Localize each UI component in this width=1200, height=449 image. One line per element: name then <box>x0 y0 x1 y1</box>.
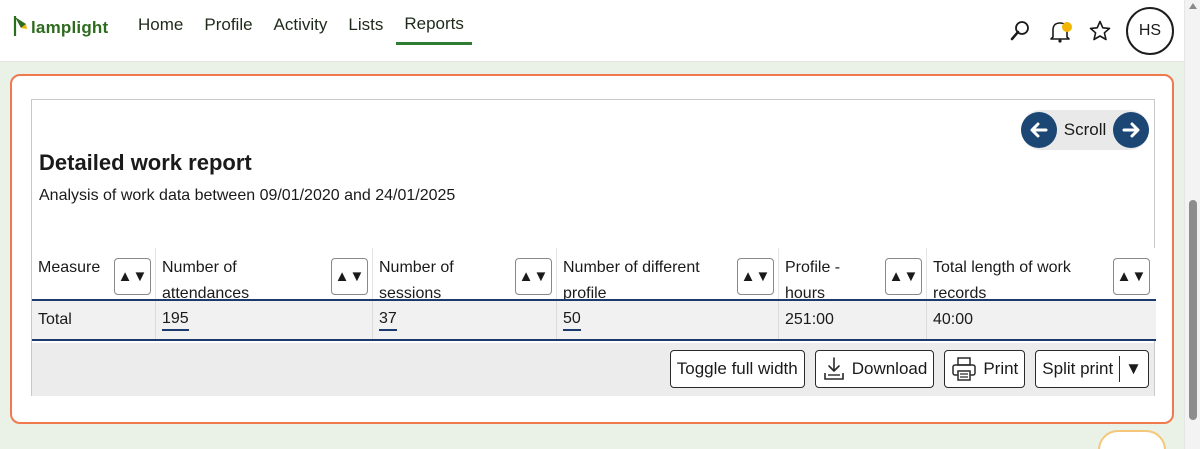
column-header-label: Measure <box>38 259 101 276</box>
lamplight-logo[interactable]: lamplight <box>12 12 108 38</box>
sessions-link[interactable]: 37 <box>379 309 397 331</box>
sort-button[interactable]: ▲▼ <box>515 258 552 295</box>
column-header-different-profile: Number of different profile ▲▼ <box>557 248 779 299</box>
column-header-label: Profile - hours <box>785 259 841 299</box>
split-print-button[interactable]: Split print ▼ <box>1035 350 1149 388</box>
lamp-icon <box>12 14 30 38</box>
bell-icon[interactable] <box>1040 11 1080 51</box>
table-cell: 37 <box>373 301 557 339</box>
top-icons: HS <box>1000 0 1184 62</box>
sort-button[interactable]: ▲▼ <box>737 258 774 295</box>
download-button[interactable]: Download <box>814 350 935 388</box>
nav-lists[interactable]: Lists <box>340 0 391 50</box>
table-cell: Total <box>32 301 156 339</box>
report-panel: Scroll Detailed work report Analysis of … <box>10 74 1174 424</box>
scrollbar-thumb[interactable] <box>1189 200 1197 420</box>
main-nav: Home Profile Activity Lists Reports <box>130 0 477 62</box>
table-header-row: Measure ▲▼ Number of attendances ▲▼ Numb… <box>32 248 1156 301</box>
nav-reports[interactable]: Reports <box>396 0 472 45</box>
download-label: Download <box>851 359 928 378</box>
sort-button[interactable]: ▲▼ <box>331 258 368 295</box>
sort-button[interactable]: ▲▼ <box>1113 258 1150 295</box>
column-header-profile-hours: Profile - hours ▲▼ <box>779 248 927 299</box>
toggle-full-width-button[interactable]: Toggle full width <box>669 350 805 388</box>
scroll-up-arrow-icon[interactable] <box>1189 3 1197 9</box>
nav-home[interactable]: Home <box>130 0 191 50</box>
scroll-left-arrow-icon[interactable] <box>1021 112 1057 148</box>
split-print-label: Split print <box>1042 359 1114 378</box>
toggle-full-width-label: Toggle full width <box>676 359 798 378</box>
download-icon <box>823 357 844 380</box>
column-header-sessions: Number of sessions ▲▼ <box>373 248 557 299</box>
table-cell: 40:00 <box>933 311 974 328</box>
print-button[interactable]: Print <box>944 350 1026 388</box>
logo-text: lamplight <box>31 18 109 37</box>
dropdown-arrow-icon[interactable]: ▼ <box>1125 359 1142 379</box>
different-profile-link[interactable]: 50 <box>563 309 581 331</box>
printer-icon <box>952 357 977 381</box>
sort-button[interactable]: ▲▼ <box>114 258 151 295</box>
table-scroll-control: Scroll <box>1021 110 1149 150</box>
column-header-label: Total length of work records <box>933 259 1071 299</box>
search-icon[interactable] <box>1000 11 1040 51</box>
page-scrollbar[interactable] <box>1184 0 1200 449</box>
column-header-label: Number of different profile <box>563 259 700 299</box>
notification-dot <box>1062 22 1072 32</box>
star-icon[interactable] <box>1080 11 1120 51</box>
column-header-measure: Measure ▲▼ <box>32 248 156 299</box>
report-actions-bar: Toggle full width Download Print Split p… <box>32 343 1154 396</box>
column-header-total-length: Total length of work records ▲▼ <box>927 248 1154 299</box>
report-table: Measure ▲▼ Number of attendances ▲▼ Numb… <box>32 248 1156 341</box>
user-avatar[interactable]: HS <box>1126 7 1174 55</box>
column-header-label: Number of attendances <box>162 259 250 299</box>
column-header-attendances: Number of attendances ▲▼ <box>156 248 373 299</box>
table-cell: 251:00 <box>779 301 927 339</box>
table-cell: 50 <box>557 301 779 339</box>
help-button[interactable] <box>1098 430 1166 449</box>
scroll-label: Scroll <box>1063 120 1107 139</box>
table-cell: 195 <box>156 301 373 339</box>
nav-profile[interactable]: Profile <box>196 0 260 50</box>
table-row: Total 195 37 50 251:00 40:00 <box>32 301 1156 341</box>
divider <box>1119 356 1121 382</box>
attendances-link[interactable]: 195 <box>162 309 189 331</box>
report-container: Scroll Detailed work report Analysis of … <box>31 99 1156 396</box>
scroll-right-arrow-icon[interactable] <box>1112 112 1149 148</box>
top-navigation-bar: lamplight Home Profile Activity Lists Re… <box>0 0 1184 62</box>
sort-button[interactable]: ▲▼ <box>885 258 922 295</box>
print-label: Print <box>983 359 1019 378</box>
report-title: Detailed work report <box>39 150 252 175</box>
report-subtitle: Analysis of work data between 09/01/2020… <box>39 187 456 204</box>
nav-activity[interactable]: Activity <box>266 0 336 50</box>
column-header-label: Number of sessions <box>379 259 454 299</box>
